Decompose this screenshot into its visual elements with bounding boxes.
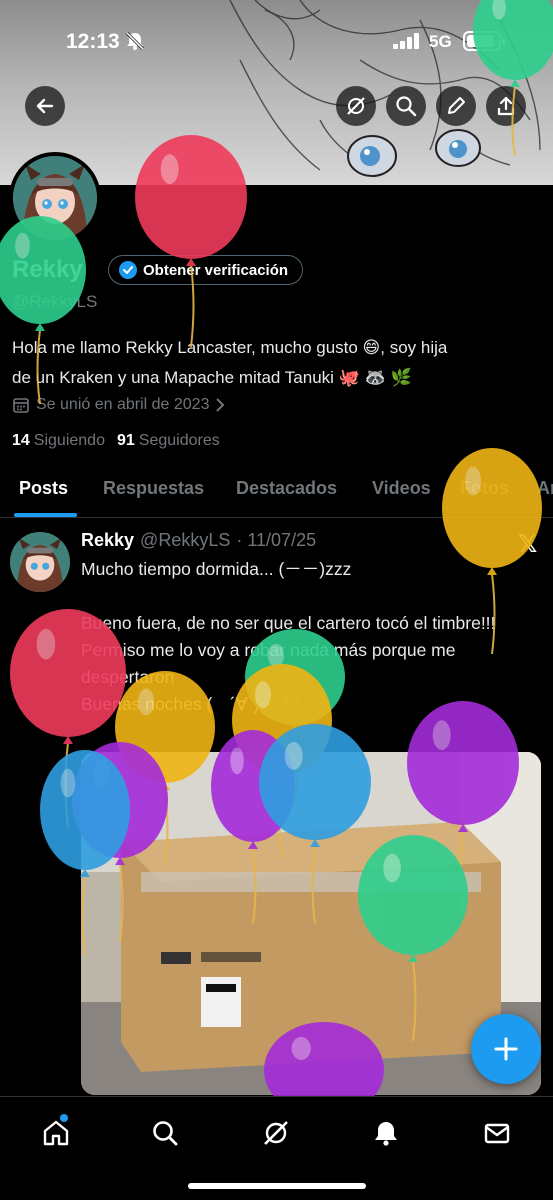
tab-videos[interactable]: Videos	[372, 478, 431, 499]
pencil-icon	[448, 97, 465, 114]
tab-posts[interactable]: Posts	[19, 478, 68, 499]
back-arrow-icon	[36, 98, 54, 114]
calendar-icon	[13, 398, 29, 413]
grok-icon	[347, 97, 365, 115]
notification-dot	[60, 1114, 68, 1122]
chevron-right-icon	[216, 398, 225, 412]
nav-grok[interactable]	[254, 1111, 298, 1155]
post-text[interactable]: Mucho tiempo dormida... (－－)zzz Bueno fu…	[81, 556, 541, 718]
avatar-artwork	[10, 532, 70, 592]
edit-button[interactable]	[436, 86, 476, 126]
follow-stats: 14 Siguiendo 91 Seguidores	[12, 432, 220, 450]
search-icon	[396, 96, 417, 117]
profile-handle: @RekkyLS	[12, 292, 98, 311]
post-header: Rekky @RekkyLS · 11/07/25	[81, 530, 316, 551]
join-date-label: Se unió en abril de 2023	[36, 396, 210, 413]
bio-line: Hola me llamo Rekky Lancaster, mucho gus…	[12, 338, 448, 357]
get-verified-button[interactable]: Obtener verificación	[108, 255, 304, 285]
share-icon	[497, 96, 515, 116]
grok-icon	[264, 1121, 288, 1145]
mail-icon	[484, 1123, 510, 1144]
search-icon	[153, 1121, 178, 1146]
nav-messages[interactable]	[475, 1111, 519, 1155]
tab-articles[interactable]: Ar	[537, 478, 553, 499]
followers-label: Seguidores	[138, 432, 220, 449]
bottom-navigation	[0, 1096, 553, 1200]
compose-button[interactable]	[471, 1014, 541, 1084]
grok-button[interactable]	[336, 86, 376, 126]
profile-avatar[interactable]	[9, 152, 101, 244]
plus-icon	[494, 1037, 518, 1061]
back-button[interactable]	[25, 86, 65, 126]
search-button[interactable]	[386, 86, 426, 126]
status-bar: 12:13 5G	[0, 0, 553, 82]
get-verified-label: Obtener verificación	[143, 261, 289, 279]
following-link[interactable]: 14 Siguiendo	[12, 432, 105, 450]
bio-line: de un Kraken y una Mapache mitad Tanuki …	[12, 368, 412, 387]
bell-icon	[375, 1122, 397, 1146]
join-date[interactable]: Se unió en abril de 2023	[12, 396, 225, 414]
x-logo-icon: 𝕏	[518, 531, 538, 558]
battery-icon	[463, 31, 505, 51]
post-author-handle[interactable]: @RekkyLS	[140, 530, 230, 551]
profile-tabs: Posts Respuestas Destacados Videos Fotos…	[0, 466, 553, 518]
verified-check-icon	[119, 261, 137, 279]
tab-highlights[interactable]: Destacados	[236, 478, 337, 499]
tab-photos[interactable]: Fotos	[460, 478, 509, 499]
network-type: 5G	[429, 32, 452, 51]
home-indicator	[188, 1183, 366, 1189]
following-label: Siguiendo	[33, 432, 105, 449]
silent-mode-icon	[125, 31, 145, 56]
cellular-signal-icon	[393, 33, 421, 54]
post-author-name[interactable]: Rekky	[81, 530, 134, 551]
followers-count: 91	[116, 432, 135, 449]
status-time: 12:13	[66, 30, 120, 53]
profile-bio: Hola me llamo Rekky Lancaster, mucho gus…	[12, 333, 542, 393]
profile-name: Rekky	[12, 256, 83, 283]
following-count: 14	[12, 432, 30, 449]
nav-home[interactable]	[34, 1111, 78, 1155]
home-icon	[43, 1120, 69, 1146]
share-button[interactable]	[486, 86, 526, 126]
nav-notifications[interactable]	[364, 1111, 408, 1155]
post-date: · 11/07/25	[236, 530, 317, 550]
tab-replies[interactable]: Respuestas	[103, 478, 204, 499]
followers-link[interactable]: 91 Seguidores	[117, 432, 220, 450]
avatar-artwork	[13, 156, 97, 240]
post-avatar[interactable]	[10, 532, 70, 592]
active-tab-indicator	[14, 513, 77, 517]
nav-search[interactable]	[143, 1111, 187, 1155]
